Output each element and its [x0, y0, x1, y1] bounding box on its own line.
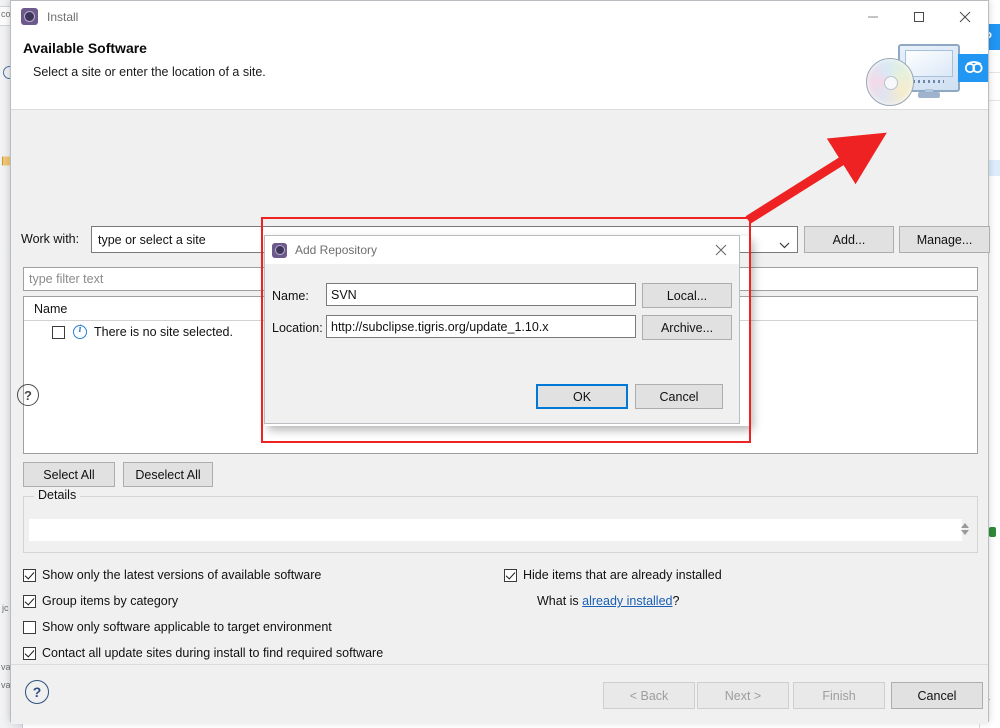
page-title: Available Software [23, 40, 147, 56]
dialog-help-question-icon[interactable]: ? [17, 384, 39, 406]
wizard-footer: ? < Back Next > Finish Cancel [11, 664, 988, 724]
info-icon [73, 324, 87, 339]
triangle-up-icon[interactable] [961, 523, 969, 528]
option-target-environment[interactable]: Show only software applicable to target … [23, 620, 332, 634]
what-is-suffix: ? [672, 594, 680, 608]
dialog-name-label: Name: [272, 289, 309, 303]
page-subtitle: Select a site or enter the location of a… [33, 65, 266, 79]
column-header-spacer [717, 297, 977, 320]
eclipse-install-icon [272, 242, 287, 258]
option-checkbox[interactable] [23, 646, 36, 660]
option-show-latest-versions[interactable]: Show only the latest versions of availab… [23, 568, 321, 582]
close-icon[interactable] [713, 242, 731, 260]
already-installed-link[interactable]: already installed [582, 594, 672, 608]
manage-button[interactable]: Manage... [899, 226, 990, 253]
add-button[interactable]: Add... [804, 226, 894, 253]
maximize-icon[interactable] [896, 1, 942, 32]
dialog-location-label: Location: [272, 321, 323, 335]
details-scroll-arrows[interactable] [959, 521, 971, 543]
window-controls [850, 1, 988, 32]
background-status-dot [989, 527, 996, 537]
option-checkbox[interactable] [504, 568, 517, 582]
work-with-value: type or select a site [98, 232, 206, 247]
archive-button[interactable]: Archive... [642, 315, 732, 340]
work-with-label: Work with: [21, 232, 80, 246]
option-checkbox[interactable] [23, 568, 36, 582]
dialog-title: Add Repository [295, 243, 378, 257]
what-is-prefix: What is [537, 594, 583, 608]
what-is-already-installed: What is already installed? [537, 594, 679, 608]
blue-cloud-badge-icon [958, 54, 988, 82]
option-label: Hide items that are already installed [523, 568, 722, 582]
option-label: Show only the latest versions of availab… [42, 568, 322, 582]
wizard-header: Available Software Select a site or ente… [11, 32, 988, 110]
option-hide-installed-items[interactable]: Hide items that are already installed [504, 568, 722, 582]
option-group-by-category[interactable]: Group items by category [23, 594, 178, 608]
dialog-titlebar: Add Repository [265, 236, 739, 264]
background-glyph-text-2: jc [2, 603, 9, 613]
window-title: Install [47, 9, 79, 24]
option-label: Contact all update sites during install … [42, 646, 384, 660]
dialog-cancel-button[interactable]: Cancel [635, 384, 723, 409]
repository-name-value: SVN [331, 287, 357, 302]
deselect-all-button[interactable]: Deselect All [123, 462, 213, 487]
details-group: Details [23, 488, 978, 553]
chevron-down-icon[interactable] [779, 236, 790, 254]
option-contact-all-update-sites[interactable]: Contact all update sites during install … [23, 646, 383, 660]
close-icon[interactable] [942, 1, 988, 32]
details-legend: Details [34, 488, 81, 502]
filter-placeholder: type filter text [29, 272, 104, 286]
local-button[interactable]: Local... [642, 283, 732, 308]
next-button[interactable]: Next > [697, 682, 789, 709]
repository-location-value: http://subclipse.tigris.org/update_1.10.… [331, 319, 549, 334]
cancel-button[interactable]: Cancel [891, 682, 983, 709]
option-checkbox[interactable] [23, 620, 36, 634]
monitor-cd-banner-icon [854, 32, 988, 110]
option-label: Group items by category [42, 594, 179, 608]
help-question-icon[interactable]: ? [25, 680, 49, 704]
back-button[interactable]: < Back [603, 682, 695, 709]
finish-button[interactable]: Finish [793, 682, 885, 709]
row-label: There is no site selected. [94, 325, 233, 339]
dialog-ok-button[interactable]: OK [536, 384, 628, 409]
option-checkbox[interactable] [23, 594, 36, 608]
window-titlebar: Install [11, 1, 988, 32]
repository-name-input[interactable]: SVN [326, 283, 636, 306]
row-checkbox[interactable] [52, 325, 65, 339]
repository-location-input[interactable]: http://subclipse.tigris.org/update_1.10.… [326, 315, 636, 338]
minimize-icon[interactable] [850, 1, 896, 32]
eclipse-install-icon [21, 8, 38, 25]
select-all-button[interactable]: Select All [23, 462, 115, 487]
option-label: Show only software applicable to target … [42, 620, 332, 634]
triangle-down-icon[interactable] [961, 530, 969, 535]
screen: co jc va va lio l.j ai e et im Install [0, 0, 1000, 728]
details-text [29, 519, 962, 541]
